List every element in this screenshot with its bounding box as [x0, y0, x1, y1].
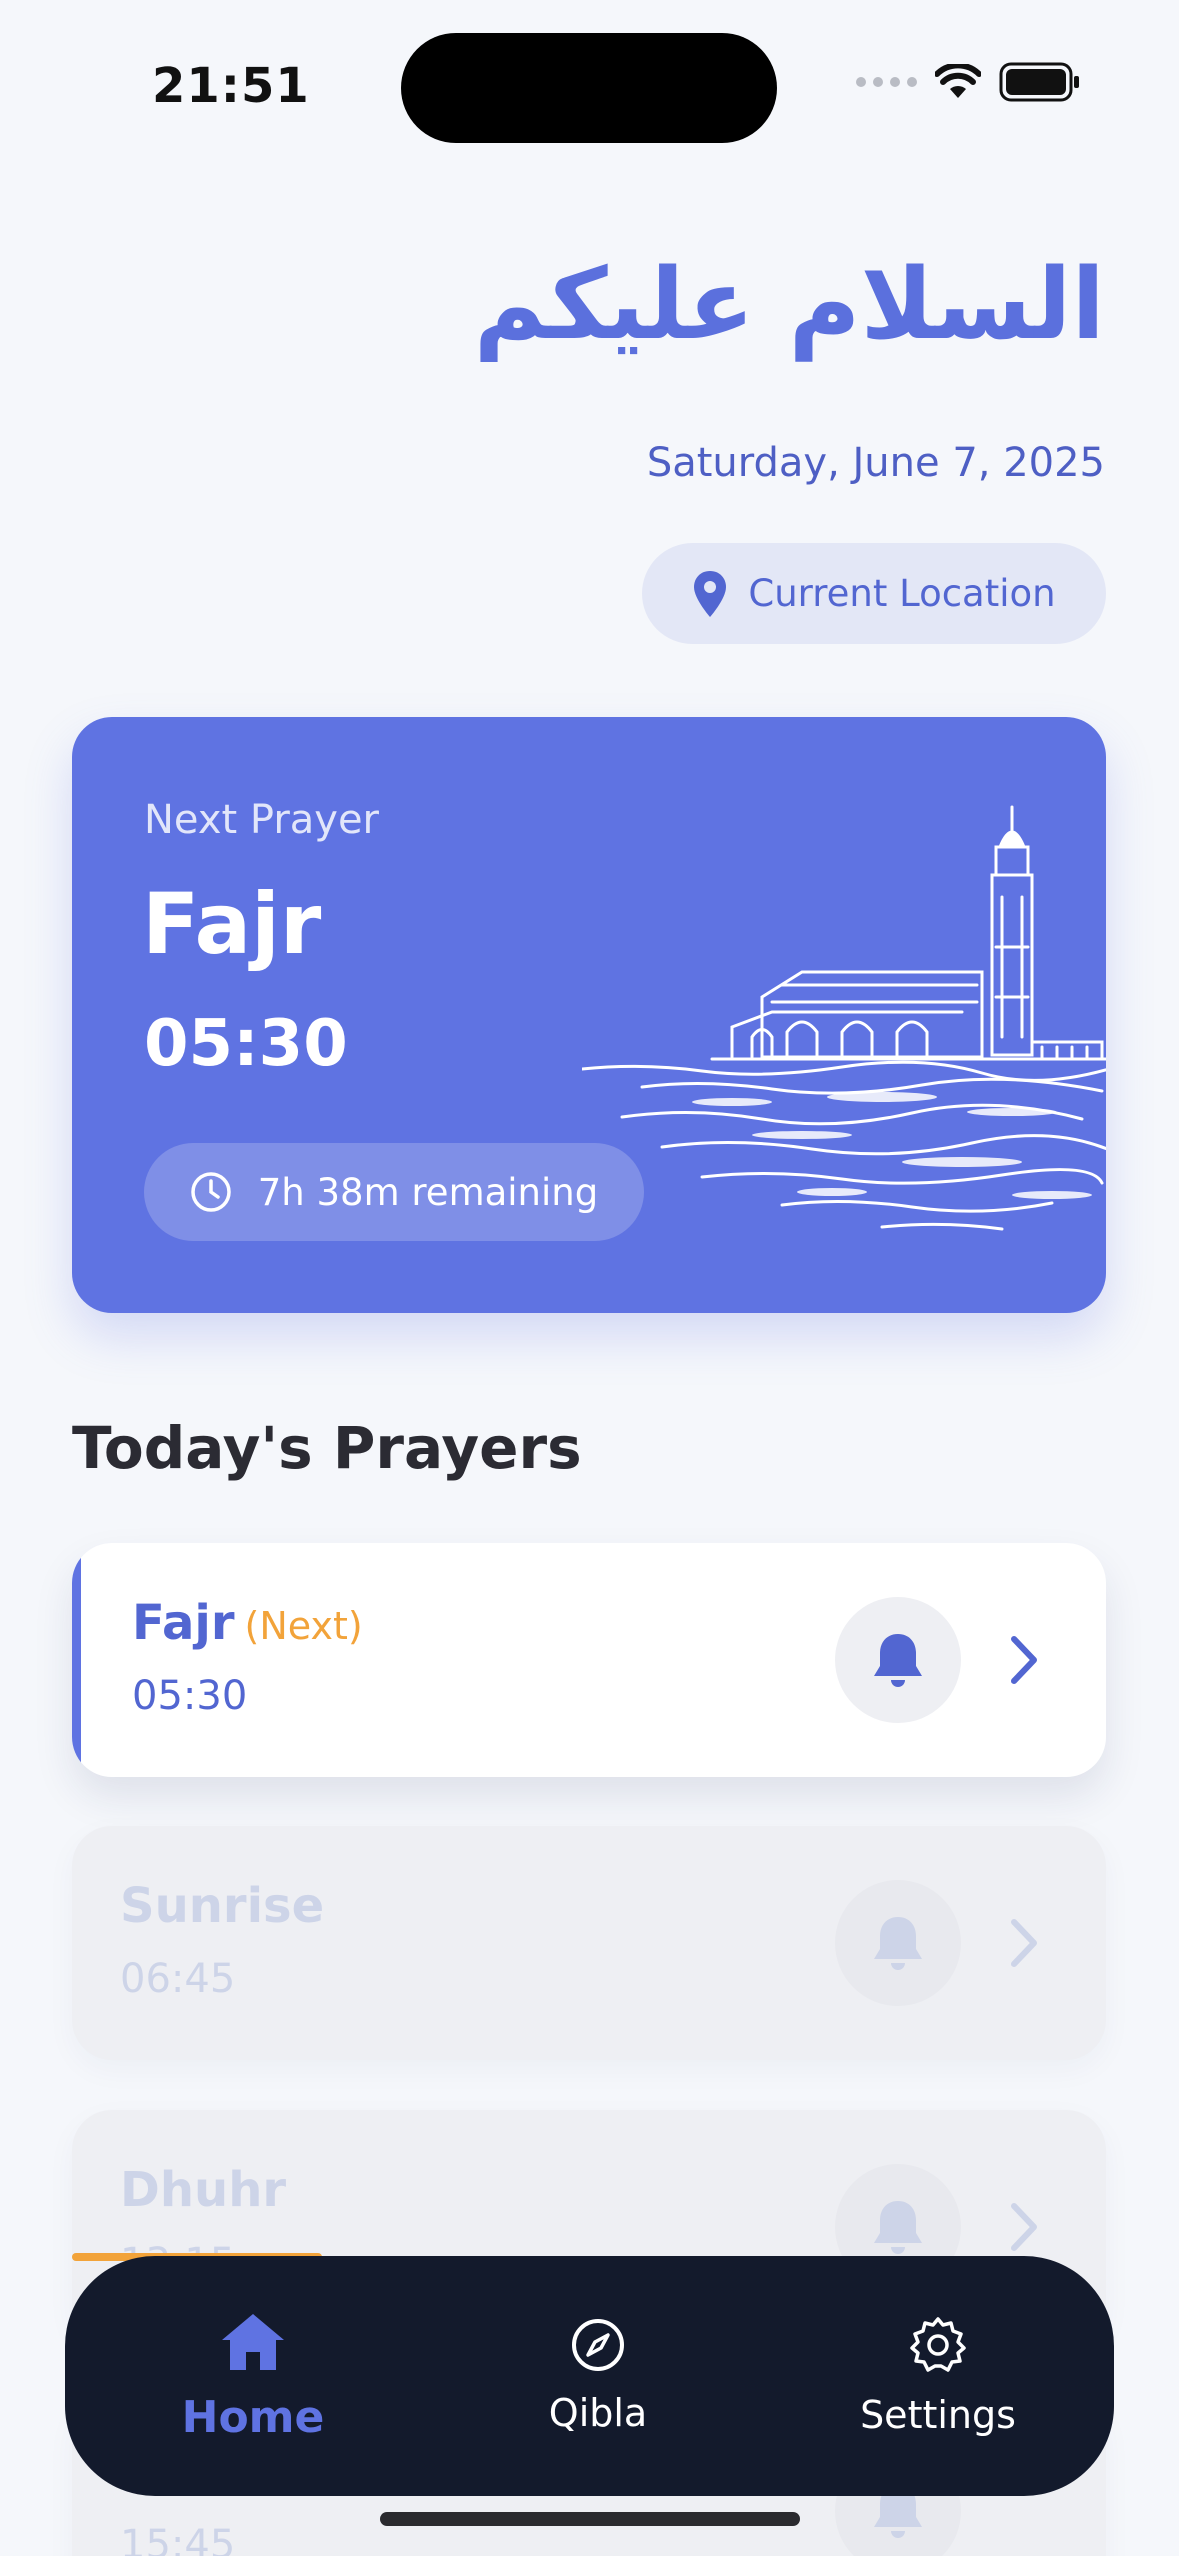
prayer-row-fajr[interactable]: Fajr (Next) 05:30: [72, 1543, 1106, 1777]
wifi-icon: [935, 64, 981, 98]
prayer-name: Fajr (Next): [132, 1595, 363, 1651]
chevron-right-icon[interactable]: [1004, 1916, 1044, 1970]
next-tag: (Next): [244, 1604, 363, 1648]
chevron-right-icon[interactable]: [1004, 2200, 1044, 2254]
home-icon: [222, 2313, 284, 2370]
bell-icon: [874, 2201, 922, 2254]
prayer-time: 15:45: [120, 2522, 236, 2556]
prayer-row-sunrise[interactable]: Sunrise 06:45: [72, 1826, 1106, 2060]
prayer-time: 05:30: [132, 1673, 248, 1719]
time-remaining-text: 7h 38m remaining: [257, 1170, 599, 1214]
status-icons: [856, 62, 1081, 102]
bottom-tab-bar: Home Qibla Settings: [65, 2256, 1114, 2496]
dynamic-island: [401, 33, 777, 143]
home-screen: 21:51 السلام عليكم Saturday, June 7, 202…: [0, 0, 1179, 2556]
todays-prayers-title: Today's Prayers: [72, 1414, 582, 1482]
compass-icon: [572, 2319, 624, 2371]
time-remaining-badge: 7h 38m remaining: [144, 1143, 644, 1241]
clock-icon: [191, 1172, 231, 1212]
tab-label: Qibla: [548, 2391, 648, 2435]
battery-icon: [999, 62, 1079, 102]
current-date: Saturday, June 7, 2025: [646, 440, 1105, 486]
chevron-right-icon[interactable]: [1004, 1633, 1044, 1687]
mosque-illustration: [582, 805, 1106, 1231]
greeting-arabic: السلام عليكم: [473, 248, 1105, 362]
gear-icon: [910, 2317, 966, 2372]
bell-icon: [874, 1634, 922, 1687]
status-time: 21:51: [152, 58, 310, 114]
prayer-name: Dhuhr: [120, 2162, 287, 2218]
next-prayer-card[interactable]: Next Prayer Fajr 05:30 7h 38m remaining: [72, 717, 1106, 1313]
location-label: Current Location: [748, 572, 1056, 615]
next-prayer-time: 05:30: [144, 1007, 348, 1081]
notification-toggle-button[interactable]: [835, 1880, 961, 2006]
home-indicator[interactable]: [380, 2512, 800, 2526]
cellular-signal-icon: [856, 77, 917, 87]
notification-toggle-button[interactable]: [835, 1597, 961, 1723]
next-prayer-label: Next Prayer: [144, 797, 379, 843]
location-button[interactable]: Current Location: [642, 543, 1106, 644]
tab-label: Home: [181, 2391, 325, 2443]
prayer-time: 06:45: [120, 1956, 236, 2002]
tab-label: Settings: [860, 2393, 1016, 2437]
active-accent-bar: [72, 1543, 81, 1777]
bell-icon: [874, 1917, 922, 1970]
tab-settings[interactable]: Settings: [838, 2256, 1038, 2496]
tab-home[interactable]: Home: [153, 2256, 353, 2496]
tab-qibla[interactable]: Qibla: [498, 2256, 698, 2496]
prayer-name: Sunrise: [120, 1878, 325, 1934]
next-prayer-name: Fajr: [142, 875, 322, 973]
prayer-name-text: Fajr: [132, 1595, 235, 1651]
map-pin-icon: [694, 570, 727, 617]
